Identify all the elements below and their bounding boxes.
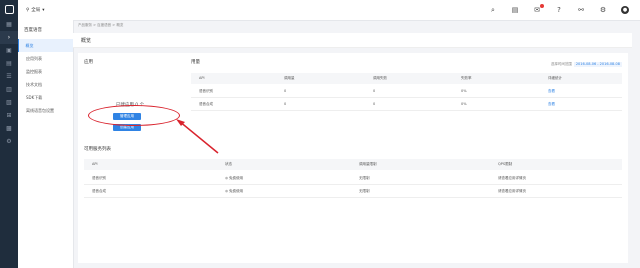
usage-col-failures: 调用失败 — [373, 76, 387, 80]
overview-card: 应用 已建应用 0 个 管理应用 创建应用 用量 选择时间范围 2016-08-… — [78, 53, 628, 263]
status-text: 免费使用 — [229, 176, 244, 180]
product-title: 百度语音 — [24, 28, 42, 33]
nav-app-list[interactable]: 应用列表 — [18, 52, 73, 65]
server-icon[interactable]: ▥ — [0, 83, 18, 96]
logo[interactable] — [0, 0, 18, 18]
usage-row2-calls: 0 — [284, 102, 287, 106]
services-table-header — [84, 159, 622, 170]
grid-icon[interactable]: ▦ — [0, 18, 18, 31]
usage-section-title: 用量 — [191, 60, 200, 65]
usage-row1-fail-rate: 0% — [461, 89, 467, 93]
usage-row2-view-link[interactable]: 查看 — [548, 102, 555, 107]
network-icon[interactable]: ⊞ — [0, 109, 18, 122]
help-icon[interactable]: ? — [554, 5, 564, 15]
services-row1-call-limit: 无限制 — [359, 176, 370, 180]
location-pin-icon: ⚲ — [26, 7, 30, 13]
page-header: 概览 — [73, 33, 632, 48]
usage-col-calls: 调用量 — [284, 76, 295, 80]
usage-row1-view-link[interactable]: 查看 — [548, 89, 555, 94]
global-sidebar: ▦ › ▣ ▤ ☰ ▥ ▧ ⊞ ▩ ⚙ — [0, 0, 18, 268]
region-label: 全局 — [31, 8, 41, 13]
share-icon[interactable]: ⚯ — [576, 5, 586, 15]
services-section-title: 可用服务列表 — [84, 147, 111, 152]
services-row1-status: ● 免费使用 — [225, 176, 243, 181]
usage-col-fail-rate: 失败率 — [461, 76, 472, 80]
usage-date-range: 选择时间范围 2016-08-06 - 2016-08-08 — [551, 62, 622, 67]
product-nav: 百度语音 概览 应用列表 监控报表 技术文档 SDK下载 离线语音包设置 — [18, 20, 74, 268]
range-label: 选择时间范围 — [550, 62, 572, 66]
services-row2-api: 语音合成 — [92, 189, 106, 193]
usage-row2-failures: 0 — [373, 102, 376, 106]
storage-icon[interactable]: ▧ — [0, 96, 18, 109]
services-col-call-limit: 调用量限制 — [359, 162, 377, 166]
chevron-down-icon: ▾ — [42, 7, 45, 13]
cube-logo-icon — [4, 4, 14, 14]
nav-sdk-download[interactable]: SDK下载 — [18, 91, 73, 104]
nav-monitor-report[interactable]: 监控报表 — [18, 65, 73, 78]
monitor-icon[interactable]: ▤ — [0, 57, 18, 70]
usage-row1-failures: 0 — [373, 89, 376, 93]
notification-badge — [540, 4, 544, 8]
services-row1-api: 语音识别 — [92, 176, 106, 180]
search-icon[interactable]: ⌕ — [488, 5, 498, 15]
nav-offline-voice-settings[interactable]: 离线语音包设置 — [18, 104, 73, 117]
region-selector[interactable]: ⚲ 全局 ▾ — [26, 7, 45, 14]
row-divider — [84, 197, 622, 198]
breadcrumb: 产品服务 > 百度语音 > 概览 — [78, 23, 124, 27]
nav-tech-docs[interactable]: 技术文档 — [18, 78, 73, 91]
services-row2-status: ● 免费使用 — [225, 189, 243, 194]
services-row2-call-limit: 无限制 — [359, 189, 370, 193]
document-icon[interactable]: ▤ — [510, 5, 520, 15]
usage-row2-fail-rate: 0% — [461, 102, 467, 106]
usage-row1-calls: 0 — [284, 89, 287, 93]
settings-menu-icon[interactable]: ⚙ — [0, 135, 18, 148]
services-row2-qps-limit: 请查看应用详情页 — [498, 189, 526, 193]
status-text: 免费使用 — [229, 189, 244, 193]
usage-col-details: 详细统计 — [548, 76, 562, 80]
expand-icon[interactable]: › — [0, 31, 18, 44]
list-icon[interactable]: ☰ — [0, 70, 18, 83]
settings-icon[interactable]: ⚙ — [598, 5, 608, 15]
user-avatar[interactable]: ● — [620, 5, 630, 15]
services-col-api: API — [92, 162, 98, 166]
product-icon[interactable]: ▣ — [0, 44, 18, 57]
nav-overview[interactable]: 概览 — [18, 39, 73, 52]
usage-col-api: API — [199, 76, 205, 80]
row-divider — [84, 184, 622, 185]
services-row1-qps-limit: 请查看应用详情页 — [498, 176, 526, 180]
date-range-picker[interactable]: 2016-08-06 - 2016-08-08 — [573, 62, 622, 67]
usage-row2-api: 语音合成 — [199, 102, 213, 106]
mail-icon[interactable]: ✉ — [532, 4, 544, 15]
top-bar: ⚲ 全局 ▾ ⌕ ▤ ✉ ? ⚯ ⚙ ● — [18, 0, 640, 21]
row-divider — [191, 110, 622, 111]
avatar-icon: ● — [621, 6, 629, 14]
page-title: 概览 — [81, 38, 92, 44]
usage-row1-api: 语音识别 — [199, 89, 213, 93]
row-divider — [191, 97, 622, 98]
services-col-status: 状态 — [225, 162, 232, 166]
annotation-arrow — [176, 119, 219, 154]
media-icon[interactable]: ▩ — [0, 122, 18, 135]
services-col-qps-limit: QPS限制 — [498, 162, 513, 166]
